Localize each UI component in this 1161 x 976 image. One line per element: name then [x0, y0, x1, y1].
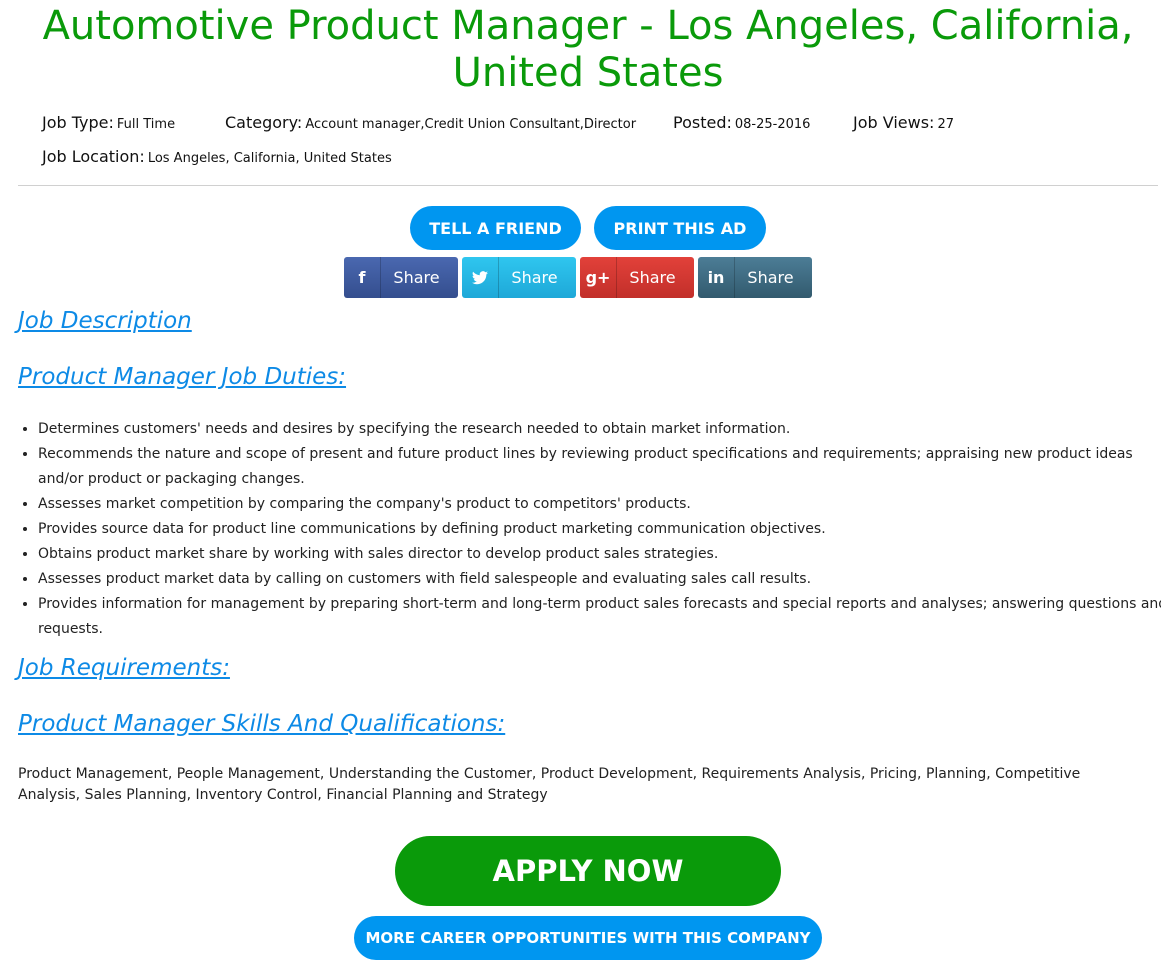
twitter-share-button[interactable]: Share — [462, 257, 576, 298]
tell-a-friend-button[interactable]: TELL A FRIEND — [410, 206, 581, 250]
job-duties-heading: Product Manager Job Duties: — [18, 364, 347, 390]
job-type-value: Full Time — [116, 117, 176, 132]
category-label: Category: — [225, 113, 303, 132]
list-item: Determines customers' needs and desires … — [38, 417, 1161, 442]
list-item: Assesses market competition by comparing… — [38, 492, 1161, 517]
list-item: Assesses product market data by calling … — [38, 567, 1161, 592]
job-location-label: Job Location: — [42, 147, 145, 166]
posted-value: 08-25-2016 — [734, 117, 811, 132]
facebook-share-button[interactable]: f Share — [344, 257, 458, 298]
linkedin-share-label: Share — [747, 268, 794, 287]
category-value: Account manager,Credit Union Consultant,… — [305, 117, 637, 132]
job-type: Job Type: Full Time — [42, 113, 175, 132]
twitter-share-label: Share — [511, 268, 558, 287]
print-this-ad-button[interactable]: PRINT THIS AD — [594, 206, 766, 250]
posted-label: Posted: — [673, 113, 732, 132]
job-requirements-heading: Job Requirements: — [18, 655, 230, 681]
apply-now-button[interactable]: APPLY NOW — [395, 836, 781, 906]
duties-list: Determines customers' needs and desires … — [18, 417, 1161, 642]
page-title: Automotive Product Manager - Los Angeles… — [42, 3, 1134, 96]
linkedin-share-button[interactable]: in Share — [698, 257, 812, 298]
job-description-heading: Job Description — [18, 308, 192, 334]
posted: Posted: 08-25-2016 — [673, 113, 810, 132]
job-location: Job Location: Los Angeles, California, Un… — [42, 147, 392, 166]
skills-heading: Product Manager Skills And Qualification… — [18, 711, 506, 737]
job-type-label: Job Type: — [42, 113, 114, 132]
list-item: Provides information for management by p… — [38, 592, 1161, 642]
facebook-share-label: Share — [393, 268, 440, 287]
job-views-value: 27 — [937, 117, 954, 132]
list-item: Provides source data for product line co… — [38, 517, 1161, 542]
google-plus-share-button[interactable]: g+ Share — [580, 257, 694, 298]
header-divider — [18, 185, 1158, 186]
list-item: Recommends the nature and scope of prese… — [38, 442, 1161, 492]
more-career-opportunities-button[interactable]: MORE CAREER OPPORTUNITIES WITH THIS COMP… — [354, 916, 822, 960]
linkedin-icon: in — [698, 257, 735, 298]
google-plus-share-label: Share — [629, 268, 676, 287]
category: Category: Account manager,Credit Union Co… — [225, 113, 636, 132]
skills-text: Product Management, People Management, U… — [18, 766, 1081, 803]
job-views: Job Views: 27 — [853, 113, 954, 132]
list-item: Obtains product market share by working … — [38, 542, 1161, 567]
job-views-label: Job Views: — [853, 113, 935, 132]
google-plus-icon: g+ — [580, 257, 617, 298]
facebook-icon: f — [344, 257, 381, 298]
twitter-icon — [462, 257, 499, 298]
job-location-value: Los Angeles, California, United States — [147, 151, 392, 166]
